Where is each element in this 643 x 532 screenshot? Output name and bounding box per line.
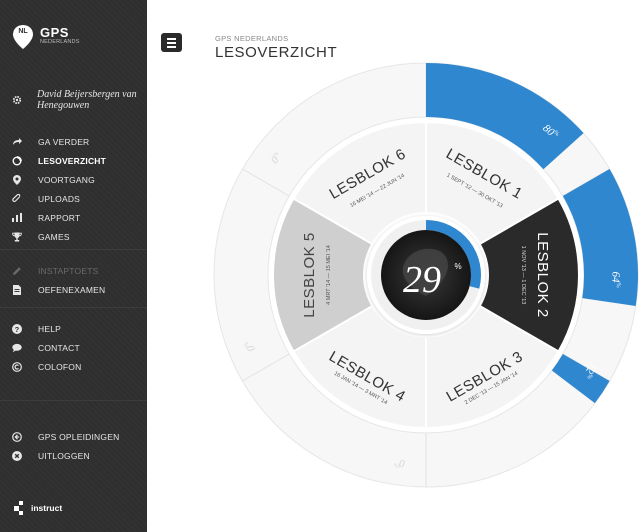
arrow-circle-icon	[12, 431, 22, 442]
nav-item-ga-verder[interactable]: GA VERDER	[0, 132, 147, 151]
nav-item-uploads[interactable]: UPLOADS	[0, 189, 147, 208]
percent-unit: %	[244, 341, 251, 348]
paperclip-icon	[12, 193, 22, 204]
center-ring-track	[371, 220, 481, 330]
nav-item-gps-opleidingen[interactable]: GPS OPLEIDINGEN	[0, 427, 147, 446]
svg-text:?: ?	[15, 325, 20, 334]
instruct-label: instruct	[31, 503, 63, 513]
hamburger-menu-button[interactable]	[161, 33, 182, 52]
percent-unit: %	[273, 151, 281, 159]
nav-item-oefenexamen[interactable]: OEFENEXAMEN	[0, 280, 147, 299]
nav-item-label: GAMES	[38, 231, 70, 242]
nav-item-label: RAPPORT	[38, 212, 81, 223]
map-pin-icon	[12, 174, 22, 185]
nav-item-games[interactable]: GAMES	[0, 227, 147, 246]
lesblok-title: LESBLOK 5	[301, 232, 318, 317]
help-navigation: ? HELP CONTACT COLOFON	[0, 319, 147, 376]
center-disc	[381, 230, 471, 320]
lesson-sectors: LESBLOK 11 SEPT '12 — 30 OKT '13LESBLOK …	[272, 120, 580, 430]
ring-divider	[242, 353, 290, 382]
nav-item-label: COLOFON	[38, 361, 82, 372]
percent-unit: %	[585, 372, 593, 379]
nav-item-label: OEFENEXAMEN	[38, 284, 106, 295]
question-icon: ?	[12, 323, 22, 334]
menu-bar	[167, 45, 176, 48]
gps-logo[interactable]: NL GPS NEDERLANDS	[12, 24, 80, 49]
nav-item-label: HELP	[38, 323, 62, 334]
user-profile[interactable]: David Beijersbergen van Henegouwen	[12, 89, 137, 111]
sidebar: NL GPS NEDERLANDS David Beijersbergen va…	[0, 0, 147, 532]
map-pin-logo-icon: NL	[12, 24, 34, 49]
netherlands-map-icon	[402, 248, 448, 296]
instruct-logo-icon	[14, 501, 23, 515]
pencil-icon	[12, 266, 22, 276]
breadcrumb: GPS NEDERLANDS	[215, 34, 289, 43]
lesblok-progress-arc	[551, 354, 610, 404]
brand-subtitle: NEDERLANDS	[40, 39, 80, 46]
copyright-icon	[12, 361, 22, 372]
ring-divider	[562, 353, 610, 382]
logo-badge: NL	[18, 28, 28, 35]
percent-unit: %	[394, 461, 400, 468]
nav-divider	[0, 400, 147, 401]
lesblok-dates: 4 MRT '14 — 15 MEI '14	[326, 245, 332, 305]
lesblok-progress-label: 0%	[394, 456, 406, 469]
chat-bubble-icon	[12, 343, 22, 353]
nav-item-help[interactable]: ? HELP	[0, 319, 147, 338]
percent-unit: %	[552, 130, 560, 138]
trophy-icon	[12, 232, 22, 242]
brand-name: GPS	[40, 25, 69, 41]
nav-divider	[0, 249, 147, 250]
exam-navigation: INSTAPTOETS OEFENEXAMEN	[0, 261, 147, 299]
nav-item-contact[interactable]: CONTACT	[0, 338, 147, 357]
bar-chart-icon	[12, 213, 22, 223]
nav-item-label: CONTACT	[38, 342, 80, 353]
circle-progress-icon	[12, 155, 22, 166]
nav-item-rapport[interactable]: RAPPORT	[0, 208, 147, 227]
lesblok-title: LESBLOK 2	[534, 232, 551, 317]
total-progress-value: 29	[403, 259, 441, 301]
nav-item-uitloggen[interactable]: UITLOGGEN	[0, 446, 147, 465]
center-outer-ring	[367, 216, 485, 334]
document-icon	[12, 284, 22, 295]
nav-item-label: INSTAPTOETS	[38, 265, 99, 276]
instruct-logo[interactable]: instruct	[14, 500, 62, 516]
lesblok-progress-label: 64%	[609, 271, 621, 287]
nav-item-colofon[interactable]: COLOFON	[0, 357, 147, 376]
lesblok-progress-label: 12%	[581, 360, 599, 380]
main-navigation: GA VERDER LESOVERZICHT VOORTGANG UPLOADS…	[0, 132, 147, 246]
nav-item-label: GA VERDER	[38, 136, 90, 147]
nav-item-label: LESOVERZICHT	[38, 155, 107, 166]
nav-divider	[0, 307, 147, 308]
menu-bar	[167, 37, 176, 40]
total-progress-unit: %	[454, 262, 461, 271]
share-arrow-icon	[12, 137, 22, 147]
gear-icon	[12, 92, 22, 111]
lesblok-progress-label: 0%	[269, 151, 285, 167]
nav-item-label: UPLOADS	[38, 193, 81, 204]
nav-item-instaptoets: INSTAPTOETS	[0, 261, 147, 280]
lesblok-dates: 1 NOV '13 — 1 DEC '13	[520, 246, 526, 305]
nav-item-label: VOORTGANG	[38, 174, 95, 185]
page-title: LESOVERZICHT	[215, 44, 338, 61]
nav-item-label: UITLOGGEN	[38, 450, 90, 461]
close-circle-icon	[12, 450, 22, 461]
user-name: David Beijersbergen van Henegouwen	[37, 89, 137, 111]
bottom-navigation: GPS OPLEIDINGEN UITLOGGEN	[0, 427, 147, 465]
ring-divider	[562, 168, 610, 197]
lesblok-progress-label: 80%	[540, 122, 560, 142]
nav-item-lesoverzicht[interactable]: LESOVERZICHT	[0, 151, 147, 170]
overall-progress: 29 %	[367, 216, 485, 334]
percent-unit: %	[614, 283, 620, 288]
lesblok-progress-label: 0%	[243, 339, 258, 353]
nav-item-label: GPS OPLEIDINGEN	[38, 431, 120, 442]
menu-bar	[167, 41, 176, 44]
ring-divider	[242, 168, 290, 197]
nav-item-voortgang[interactable]: VOORTGANG	[0, 170, 147, 189]
